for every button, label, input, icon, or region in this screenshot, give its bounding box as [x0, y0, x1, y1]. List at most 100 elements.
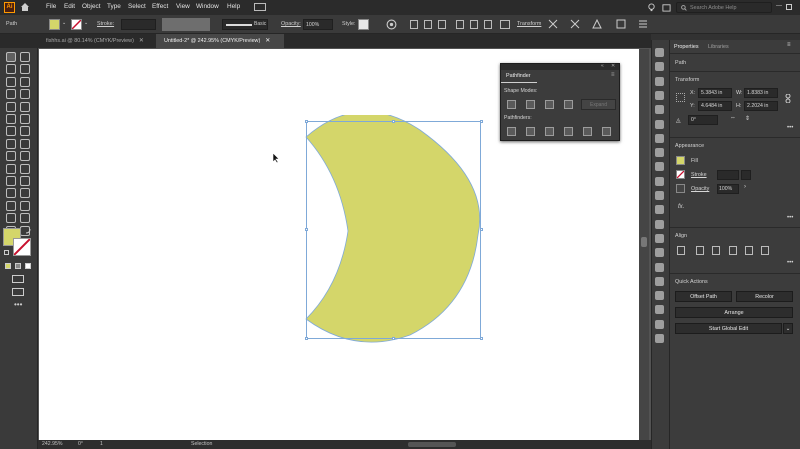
arrange-button[interactable]: Arrange: [675, 307, 793, 318]
intersect-button[interactable]: [545, 100, 554, 109]
y-field[interactable]: 4.6484 in: [698, 101, 732, 111]
align-top-icon[interactable]: [456, 20, 464, 29]
align-vcenter-icon[interactable]: [470, 20, 478, 29]
tab-untitled-2[interactable]: Untitled-2* @ 242.95% (CMYK/Preview) ✕: [156, 34, 284, 48]
trim-button[interactable]: [526, 127, 535, 136]
transparency-icon[interactable]: [655, 176, 664, 186]
draw-mode-icon[interactable]: [12, 275, 24, 283]
align-hcenter-icon[interactable]: [424, 20, 432, 29]
mesh-tool-icon[interactable]: [20, 163, 30, 174]
resize-handle[interactable]: [480, 337, 483, 340]
opacity-field[interactable]: 100%: [717, 184, 739, 194]
swap-colors-icon[interactable]: [25, 228, 31, 234]
shape-builder-icon[interactable]: [6, 151, 16, 162]
workspace-switcher-icon[interactable]: [254, 3, 266, 11]
stroke-dropdown-icon[interactable]: ⌄: [84, 20, 88, 26]
recolor-button[interactable]: Recolor: [736, 291, 793, 302]
gradient-mode-icon[interactable]: [15, 263, 21, 269]
live-paint-icon[interactable]: [20, 151, 30, 162]
w-field[interactable]: 1.8383 in: [744, 88, 778, 98]
divide-button[interactable]: [507, 127, 516, 136]
character-icon[interactable]: [655, 276, 664, 286]
appearance-icon[interactable]: [655, 219, 664, 229]
close-icon[interactable]: ✕: [139, 38, 144, 44]
magic-wand-icon[interactable]: [6, 64, 16, 75]
default-colors-icon[interactable]: [4, 250, 9, 255]
menu-window[interactable]: Window: [196, 3, 219, 10]
align-right-icon[interactable]: [438, 20, 446, 29]
gradient-icon[interactable]: [655, 191, 664, 200]
horizontal-scrollbar[interactable]: [408, 442, 456, 447]
artboards-icon[interactable]: [655, 148, 664, 158]
artboard-tool-icon[interactable]: [20, 200, 30, 211]
menu-select[interactable]: Select: [128, 3, 146, 10]
paragraph-icon[interactable]: [655, 291, 664, 301]
brushes-icon[interactable]: [655, 90, 664, 100]
perspective-grid-icon[interactable]: [6, 163, 16, 174]
stroke-swatch[interactable]: [676, 170, 685, 179]
tab-pathfinder[interactable]: Pathfinder: [501, 70, 537, 83]
merge-button[interactable]: [545, 127, 554, 136]
reference-point-icon[interactable]: [676, 93, 685, 102]
gradient-tool-icon[interactable]: [6, 176, 16, 186]
close-icon[interactable]: ✕: [265, 38, 270, 44]
panel-menu-icon[interactable]: ≡: [787, 42, 791, 48]
maximize-button[interactable]: [786, 4, 792, 10]
menu-effect[interactable]: Effect: [152, 3, 168, 10]
rectangle-tool-icon[interactable]: [6, 101, 16, 112]
tab-libraries[interactable]: Libraries: [708, 44, 729, 50]
flip-horizontal-icon[interactable]: ⇔: [730, 115, 736, 121]
pencil-icon[interactable]: [6, 114, 16, 124]
distribute-icon[interactable]: [548, 19, 558, 29]
screen-mode-icon[interactable]: [12, 288, 24, 296]
link-icon[interactable]: [785, 94, 791, 103]
crop-button[interactable]: [564, 127, 573, 136]
align-to-icon[interactable]: [500, 20, 510, 29]
zoom-level[interactable]: 242.95%: [42, 441, 62, 447]
stroke-label[interactable]: Stroke:: [97, 21, 114, 27]
eyedropper-icon[interactable]: [20, 176, 30, 186]
paintbrush-icon[interactable]: [20, 101, 30, 112]
fill-dropdown-icon[interactable]: ⌄: [62, 20, 66, 26]
resize-handle[interactable]: [392, 337, 395, 340]
panel-menu-icon[interactable]: ≡: [611, 72, 615, 78]
opacity-label[interactable]: Opacity:: [281, 21, 301, 27]
shape-builder-icon[interactable]: [592, 19, 602, 29]
fill-swatch[interactable]: [676, 156, 685, 165]
menu-object[interactable]: Object: [82, 3, 100, 10]
expand-button[interactable]: Expand: [581, 99, 616, 110]
tab-fishhs[interactable]: fishhs.ai @ 80.14% (CMYK/Preview) ✕: [38, 34, 156, 48]
unite-button[interactable]: [507, 100, 516, 109]
resize-handle[interactable]: [480, 120, 483, 123]
transform-icon[interactable]: [655, 248, 664, 258]
fill-swatch[interactable]: [49, 19, 60, 30]
align-bottom-icon[interactable]: [484, 20, 492, 29]
graphic-style-swatch[interactable]: [358, 19, 369, 30]
symbols-icon[interactable]: [655, 105, 664, 115]
align-vcenter-icon[interactable]: [745, 246, 753, 255]
offset-path-button[interactable]: Offset Path: [675, 291, 732, 302]
width-tool-icon[interactable]: [6, 138, 16, 149]
fx-icon[interactable]: fx.: [678, 204, 684, 210]
resize-handle[interactable]: [480, 228, 483, 231]
outline-button[interactable]: [583, 127, 592, 136]
links-icon[interactable]: [655, 319, 664, 329]
search-box[interactable]: Search Adobe Help: [676, 2, 772, 13]
color-mode-icon[interactable]: [5, 263, 11, 269]
collapse-icon[interactable]: «: [601, 63, 604, 69]
align-icon[interactable]: [655, 233, 664, 243]
column-graph-icon[interactable]: [6, 200, 16, 211]
more-options-icon[interactable]: •••: [787, 215, 793, 221]
scroll-thumb[interactable]: [641, 237, 647, 247]
pen-tool-icon[interactable]: [6, 76, 16, 87]
minus-front-button[interactable]: [526, 100, 535, 109]
pathfinder-icon[interactable]: [655, 262, 664, 272]
curvature-tool-icon[interactable]: [20, 76, 30, 87]
slice-tool-icon[interactable]: [6, 213, 16, 224]
opentype-icon[interactable]: [655, 305, 664, 315]
home-icon[interactable]: [20, 2, 30, 12]
resize-handle[interactable]: [305, 337, 308, 340]
color-icon[interactable]: [655, 62, 664, 72]
arrange-documents-icon[interactable]: [616, 19, 626, 29]
minimize-button[interactable]: —: [776, 3, 782, 9]
